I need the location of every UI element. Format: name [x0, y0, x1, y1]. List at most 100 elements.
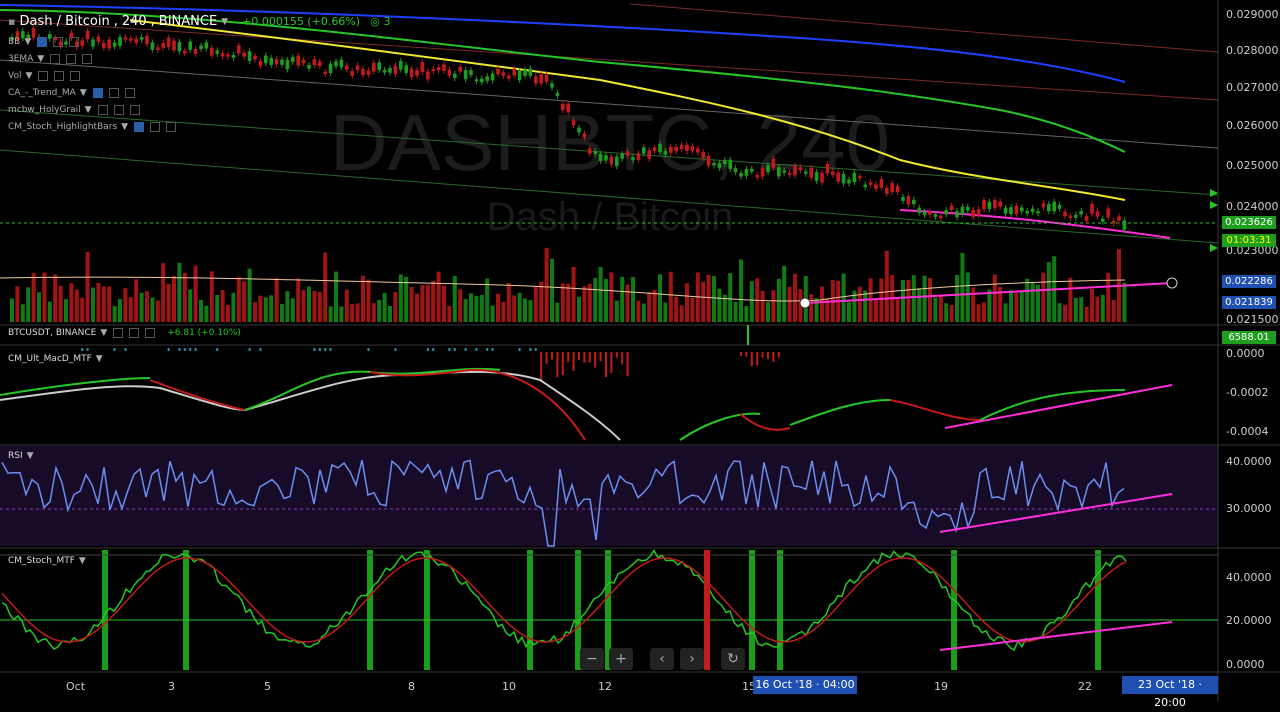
btc-symbol: BTCUSDT, BINANCE: [8, 328, 97, 338]
indicator-item[interactable]: mcbw_HolyGrail ▼: [8, 101, 176, 118]
zoom-in-button[interactable]: +: [609, 648, 633, 670]
candle-body: [366, 70, 371, 75]
volume-bar: [857, 286, 862, 322]
close-icon[interactable]: [166, 121, 177, 132]
btc-strip-tick: [113, 348, 116, 351]
indicator-item[interactable]: Vol ▼: [8, 67, 176, 84]
candle-body: [712, 162, 716, 166]
indicator-item[interactable]: 3EMA ▼: [8, 50, 176, 67]
price-label: 0.029000: [1226, 8, 1279, 21]
candle-body: [544, 74, 549, 82]
chevron-down-icon[interactable]: ▼: [100, 328, 107, 338]
indicator-list: BB ▼ 3EMA ▼ Vol ▼ CA_-_Trend_MA ▼ mcbw_HolyG…: [8, 33, 177, 135]
eye-icon[interactable]: [92, 87, 103, 98]
volume-bar: [101, 286, 106, 322]
close-icon[interactable]: [70, 70, 81, 81]
symbol-name[interactable]: Dash / Bitcoin: [19, 14, 109, 29]
scroll-right-button[interactable]: ›: [680, 648, 704, 670]
rsi-pane-header[interactable]: RSI ▼: [8, 451, 34, 461]
menu-icon[interactable]: ▪: [8, 15, 15, 28]
macd-pane-header[interactable]: CM_Ult_MacD_MTF ▼: [8, 354, 103, 364]
settings-icon[interactable]: [53, 36, 64, 47]
volume-bar: [809, 294, 814, 322]
volume-bar: [1063, 304, 1067, 322]
indicator-item[interactable]: CA_-_Trend_MA ▼: [8, 84, 176, 101]
volume-bar: [776, 278, 781, 322]
volume-bar: [53, 274, 58, 322]
settings-icon[interactable]: [129, 328, 140, 338]
close-icon[interactable]: [69, 36, 80, 47]
close-icon[interactable]: [145, 328, 156, 338]
chevron-down-icon[interactable]: ▼: [221, 17, 228, 27]
macd-hist-bar: [745, 352, 748, 357]
eye-icon[interactable]: [113, 328, 124, 338]
zoom-out-button[interactable]: −: [580, 648, 604, 670]
candle-body: [534, 76, 538, 84]
candle-body: [868, 182, 873, 185]
macd-hist-bar: [772, 352, 775, 362]
volume-bar: [307, 286, 311, 322]
candle-body: [863, 184, 867, 188]
settings-icon[interactable]: [150, 121, 161, 132]
x-label: 3: [168, 680, 175, 693]
indicator-item[interactable]: BB ▼: [8, 33, 176, 50]
volume-trend-handle-left[interactable]: [799, 297, 811, 309]
chart-canvas[interactable]: DASHBTC, 240 Dash / Bitcoin: [0, 0, 1280, 702]
volume-bar: [85, 251, 90, 322]
candle-body: [188, 41, 192, 50]
chevron-down-icon[interactable]: ▼: [80, 88, 87, 98]
macd-hist-bar: [556, 352, 559, 378]
settings-icon[interactable]: [113, 104, 124, 115]
chevron-down-icon[interactable]: ▼: [37, 54, 44, 64]
volume-bar: [760, 290, 765, 322]
crosshair-date-tag: 16 Oct '18 · 04:00: [753, 676, 857, 694]
indicator-item[interactable]: CM_Stoch_HighlightBars ▼: [8, 118, 177, 135]
settings-icon[interactable]: [54, 70, 65, 81]
btc-pane-header[interactable]: BTCUSDT, BINANCE ▼ +6.81 (+0.10%): [8, 328, 241, 338]
volume-bar: [1100, 294, 1105, 322]
scroll-left-button[interactable]: ‹: [650, 648, 674, 670]
volume-bar: [1030, 281, 1035, 322]
volume-bar: [231, 292, 236, 322]
eye-icon[interactable]: [97, 104, 108, 115]
chevron-down-icon[interactable]: ▼: [27, 451, 34, 461]
chevron-down-icon[interactable]: ▼: [85, 105, 92, 115]
chevron-down-icon[interactable]: ▼: [24, 37, 31, 47]
volume-bar: [679, 305, 684, 322]
eye-icon[interactable]: [38, 70, 49, 81]
eye-icon[interactable]: [37, 36, 48, 47]
volume-trend-handle-right[interactable]: [1166, 277, 1178, 289]
alert-icon[interactable]: ◎: [370, 15, 380, 28]
close-icon[interactable]: [82, 53, 93, 64]
settings-icon[interactable]: [108, 87, 119, 98]
symbol-header[interactable]: ▪ Dash / Bitcoin , 240 , BINANCE ▼ +0.00…: [8, 14, 391, 29]
interval[interactable]: 240: [122, 14, 147, 29]
chevron-down-icon[interactable]: ▼: [121, 122, 128, 132]
chevron-down-icon[interactable]: ▼: [79, 556, 86, 566]
chevron-down-icon[interactable]: ▼: [96, 354, 103, 364]
candle-body: [658, 144, 662, 152]
x-label: 8: [408, 680, 415, 693]
close-icon[interactable]: [124, 87, 135, 98]
macd-axis-label: -0.0002: [1226, 386, 1269, 399]
reset-button[interactable]: ↻: [721, 648, 745, 670]
chevron-down-icon[interactable]: ▼: [25, 71, 32, 81]
settings-icon[interactable]: [66, 53, 77, 64]
eye-icon[interactable]: [50, 53, 61, 64]
candle-body: [598, 153, 603, 162]
stoch-pane-header[interactable]: CM_Stoch_MTF ▼: [8, 556, 86, 566]
rsi-label: RSI: [8, 451, 23, 461]
candle-body: [998, 201, 1002, 207]
candle-body: [917, 207, 921, 213]
volume-bar: [1041, 272, 1046, 322]
candle-body: [922, 211, 927, 216]
candle-body: [285, 60, 290, 70]
volume-bar: [226, 304, 230, 322]
btc-strip-tick: [448, 348, 451, 351]
close-icon[interactable]: [129, 104, 140, 115]
candle-body: [183, 50, 187, 54]
volume-bar: [463, 298, 468, 322]
volume-bar: [620, 276, 625, 322]
eye-icon[interactable]: [134, 121, 145, 132]
macd-hist-bar: [599, 352, 602, 362]
